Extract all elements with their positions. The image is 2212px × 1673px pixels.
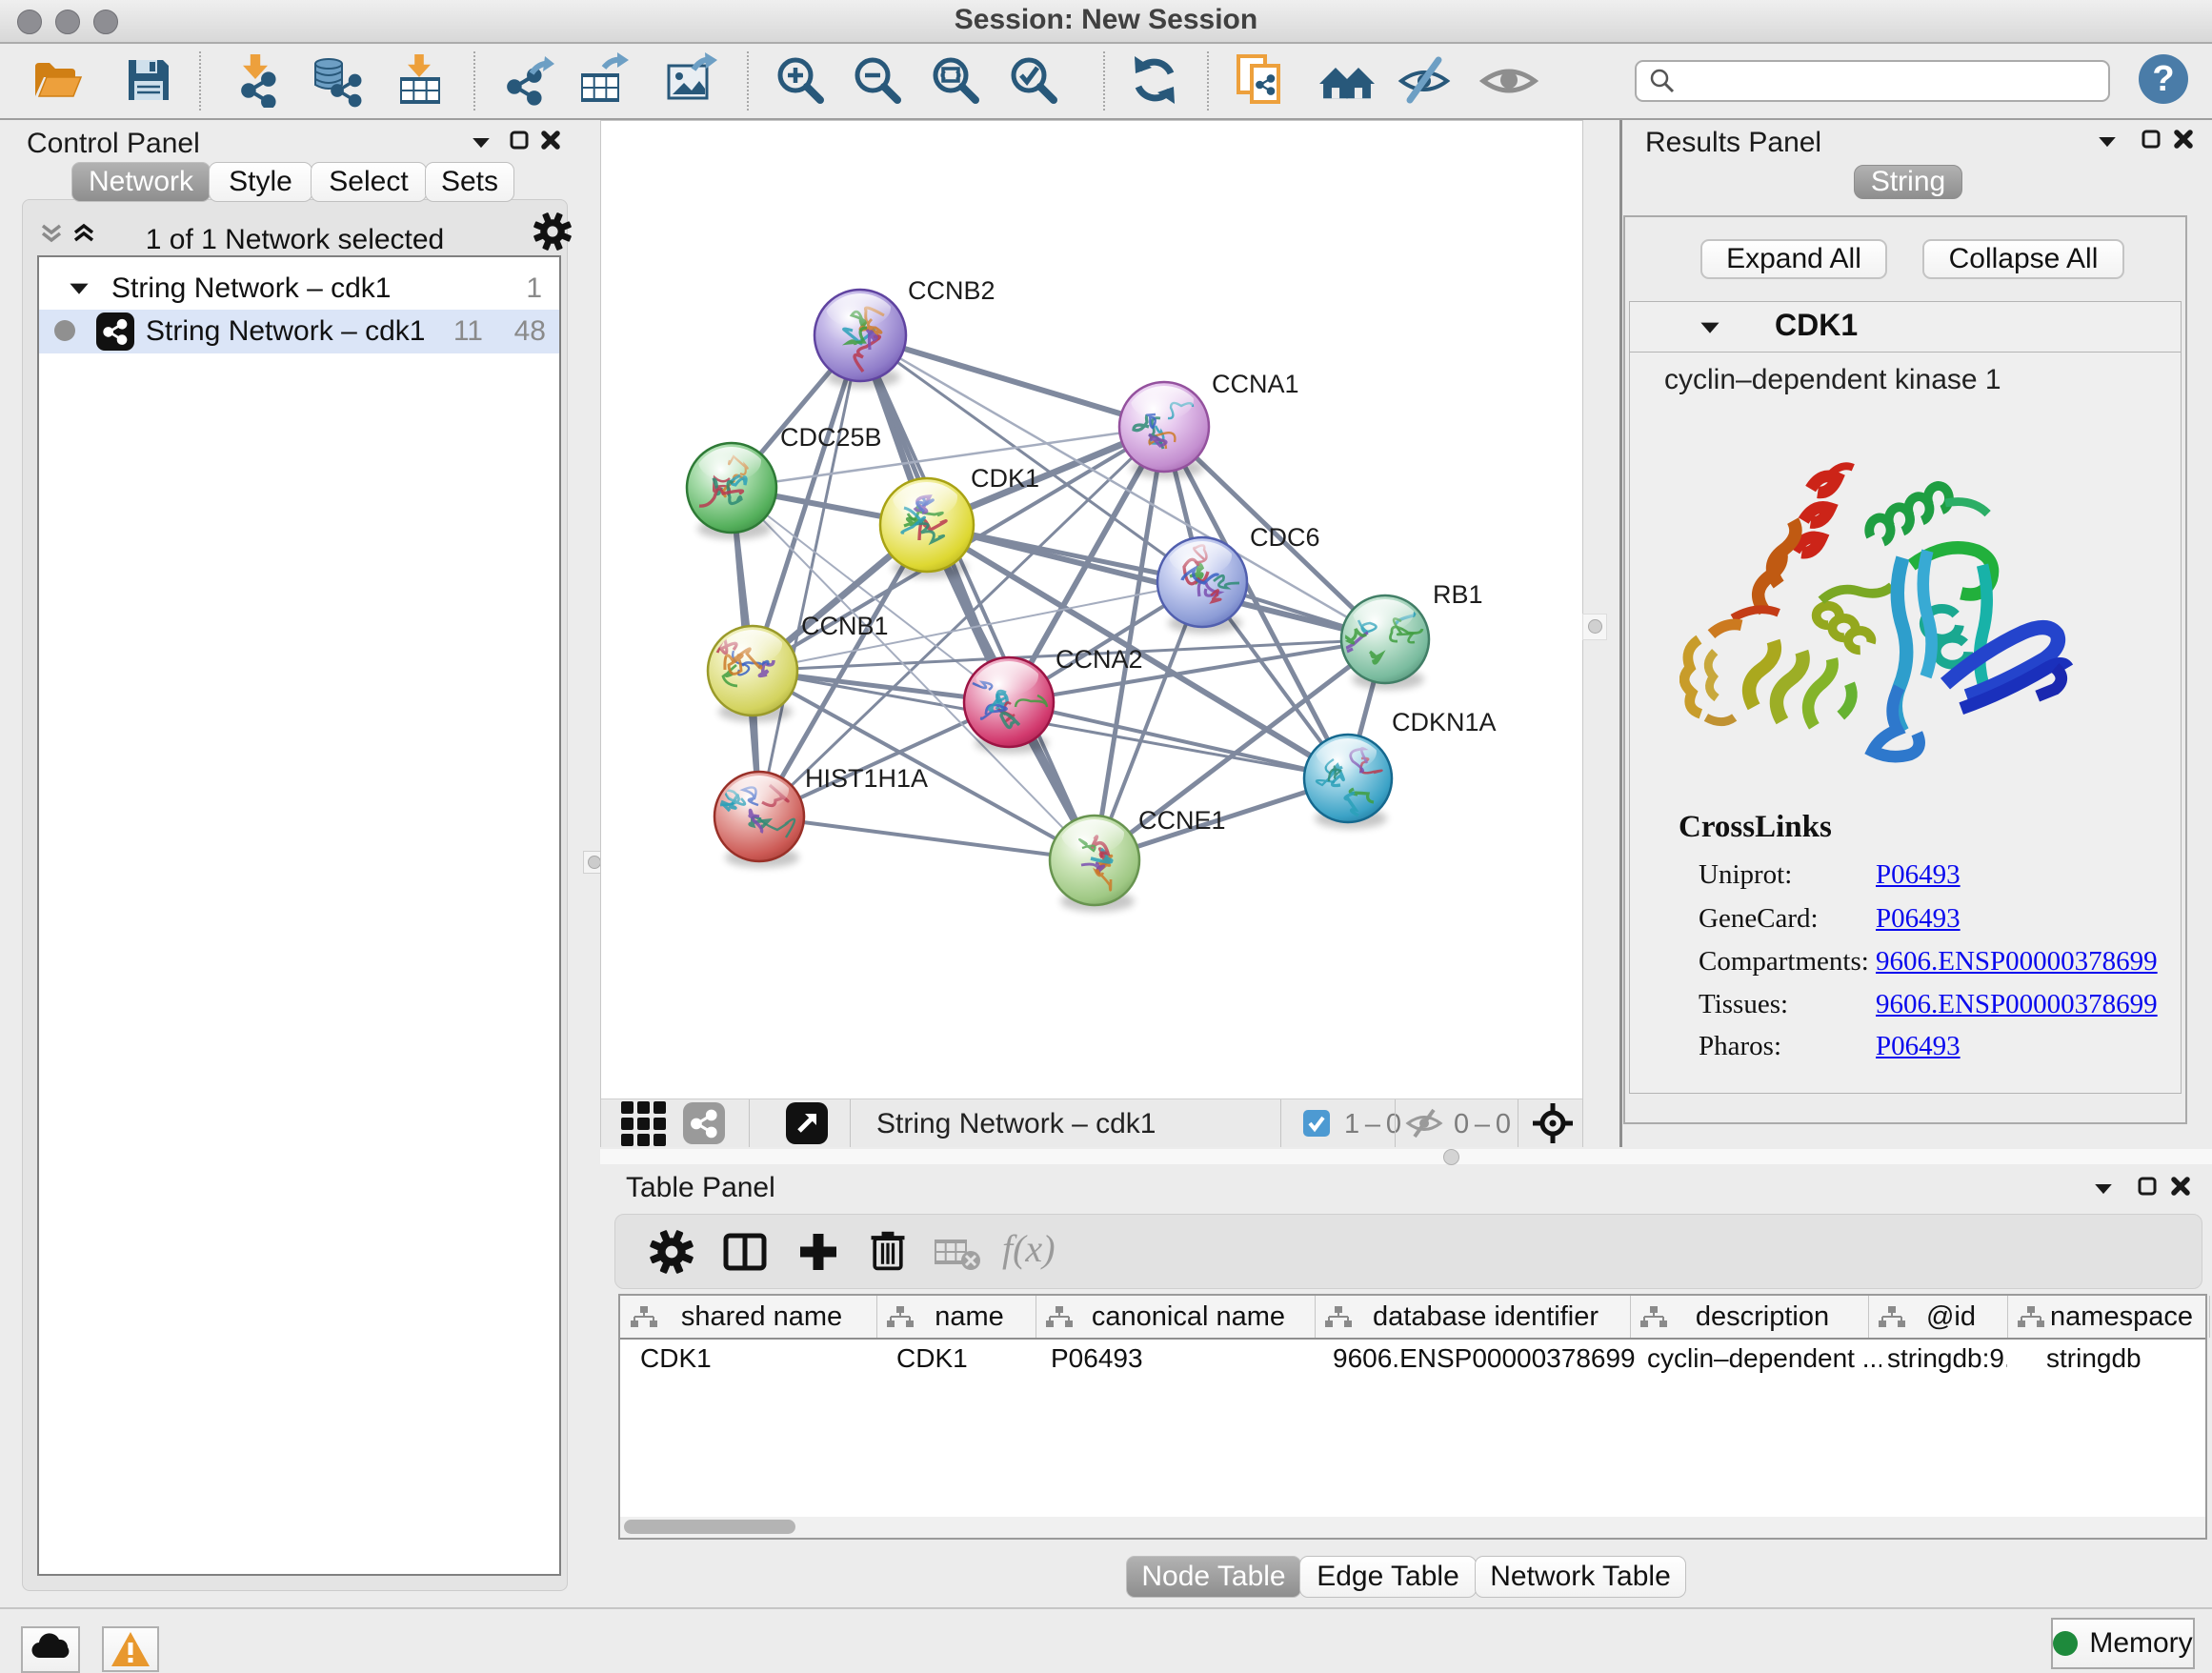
- svg-text:RB1: RB1: [1433, 580, 1483, 609]
- svg-text:CCNA2: CCNA2: [1056, 645, 1143, 674]
- svg-text:CCNB1: CCNB1: [801, 612, 889, 640]
- svg-text:CDKN1A: CDKN1A: [1392, 708, 1497, 736]
- svg-text:CDK1: CDK1: [971, 464, 1039, 493]
- svg-text:CDC25B: CDC25B: [780, 423, 882, 452]
- svg-text:CDC6: CDC6: [1250, 523, 1320, 552]
- svg-text:CCNE1: CCNE1: [1138, 806, 1226, 835]
- svg-text:HIST1H1A: HIST1H1A: [805, 764, 928, 793]
- svg-text:CCNA1: CCNA1: [1212, 370, 1299, 398]
- svg-text:CCNB2: CCNB2: [908, 276, 995, 305]
